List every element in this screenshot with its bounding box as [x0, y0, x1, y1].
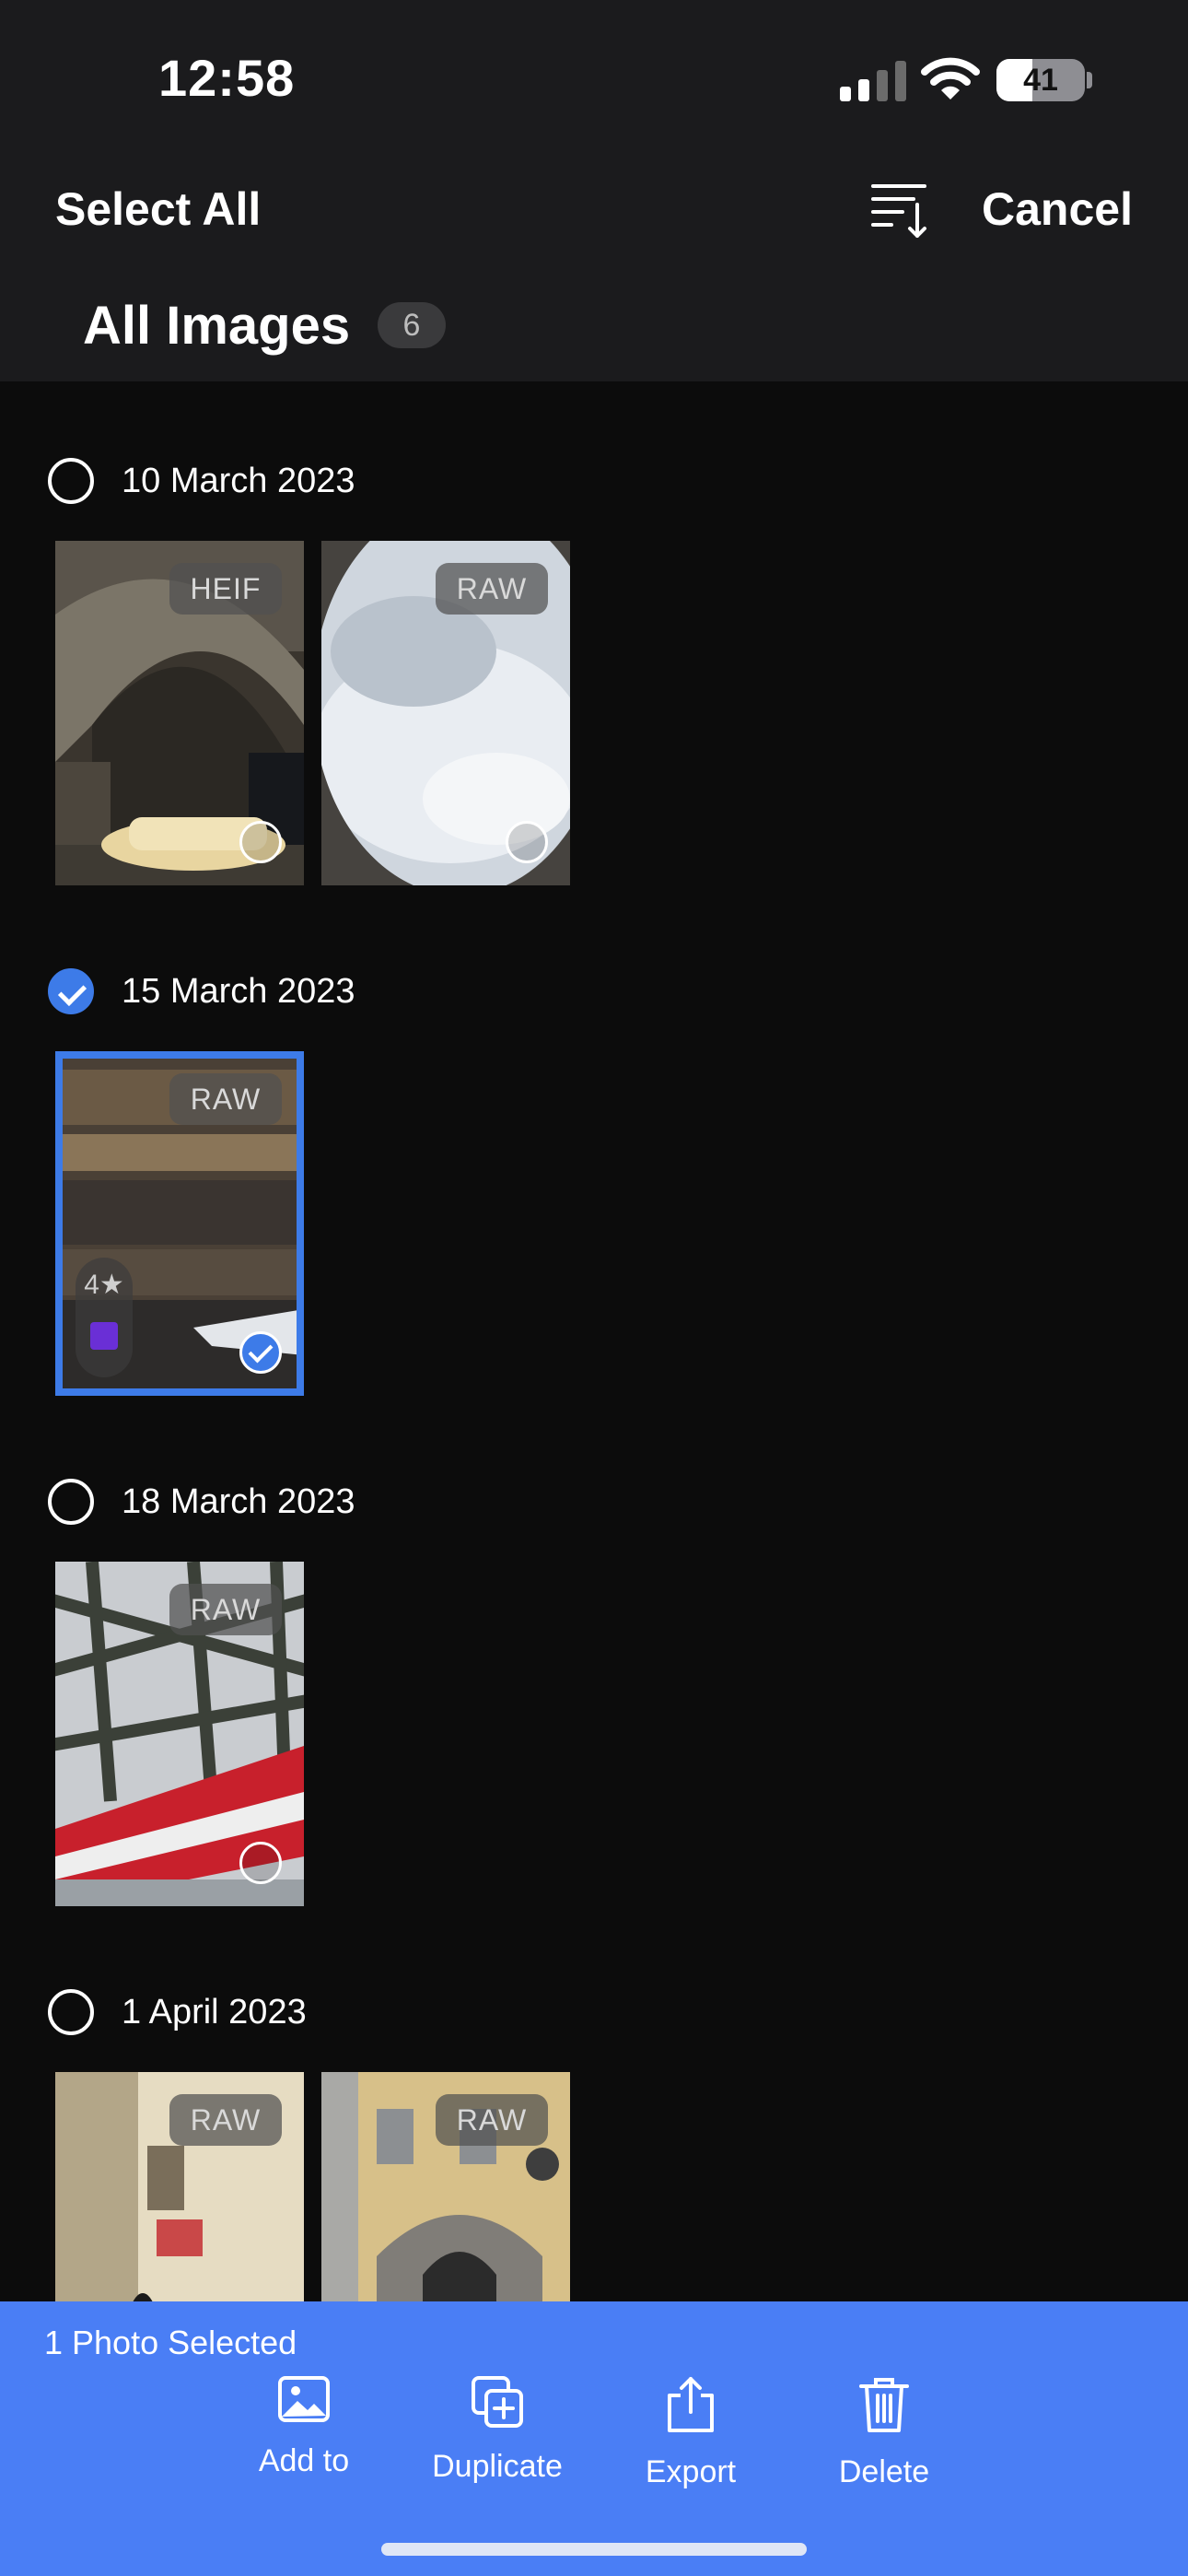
- duplicate-button[interactable]: Duplicate: [405, 2375, 589, 2485]
- group-select-radio-checked[interactable]: [48, 968, 94, 1014]
- star-rating: 4★: [84, 1270, 124, 1300]
- group-date: 1 April 2023: [122, 1992, 307, 2032]
- image-count-badge: 6: [378, 302, 446, 348]
- share-icon: [668, 2377, 714, 2432]
- photo-select-circle[interactable]: [239, 1842, 282, 1884]
- group-select-radio[interactable]: [48, 1989, 94, 2035]
- battery-tip: [1087, 72, 1092, 88]
- cancel-button[interactable]: Cancel: [982, 182, 1133, 236]
- photo-select-circle[interactable]: [506, 821, 548, 863]
- add-to-label: Add to: [258, 2443, 350, 2478]
- date-group-header: 10 March 2023: [48, 455, 355, 507]
- duplicate-icon: [472, 2376, 523, 2428]
- format-badge: HEIF: [169, 563, 282, 615]
- status-time: 12:58: [158, 49, 296, 107]
- battery-percent: 41: [1023, 63, 1058, 98]
- date-group-header: 1 April 2023: [48, 1986, 307, 2038]
- selected-count-label: 1 Photo Selected: [44, 2324, 297, 2361]
- status-bar: 12:58 41: [0, 0, 1188, 147]
- format-badge: RAW: [436, 563, 548, 615]
- export-button[interactable]: Export: [599, 2375, 783, 2490]
- group-date: 10 March 2023: [122, 461, 355, 500]
- add-to-button[interactable]: Add to: [212, 2375, 396, 2479]
- date-group-header: 15 March 2023: [48, 966, 355, 1017]
- group-select-radio[interactable]: [48, 1479, 94, 1525]
- page-title: All Images: [83, 296, 351, 356]
- select-all-button[interactable]: Select All: [55, 182, 261, 236]
- export-label: Export: [645, 2454, 737, 2489]
- photo-thumbnail-selected[interactable]: RAW 4★: [55, 1051, 304, 1396]
- format-badge: RAW: [169, 2094, 282, 2146]
- photo-select-circle-checked[interactable]: [239, 1331, 282, 1374]
- wifi-icon: [921, 57, 980, 100]
- color-label-swatch: [90, 1322, 118, 1350]
- format-badge: RAW: [169, 1073, 282, 1125]
- photo-thumbnail[interactable]: HEIF: [55, 541, 304, 885]
- delete-label: Delete: [838, 2454, 930, 2489]
- group-date: 18 March 2023: [122, 1481, 355, 1521]
- date-group-header: 18 March 2023: [48, 1476, 355, 1528]
- photo-thumbnail[interactable]: RAW: [55, 1562, 304, 1906]
- battery-icon: 41: [996, 59, 1085, 101]
- photo-icon: [278, 2376, 330, 2422]
- format-badge: RAW: [169, 1584, 282, 1635]
- group-date: 15 March 2023: [122, 971, 355, 1011]
- photo-thumbnail[interactable]: RAW: [321, 541, 570, 885]
- format-badge: RAW: [436, 2094, 548, 2146]
- home-indicator[interactable]: [381, 2543, 807, 2556]
- trash-icon: [859, 2378, 909, 2432]
- photo-select-circle[interactable]: [239, 821, 282, 863]
- sort-icon[interactable]: [869, 179, 930, 240]
- group-select-radio[interactable]: [48, 458, 94, 504]
- delete-button[interactable]: Delete: [792, 2375, 976, 2490]
- rating-chip: 4★: [76, 1258, 133, 1377]
- selection-action-bar: 1 Photo Selected Add to Duplicate Export: [0, 2301, 1188, 2576]
- duplicate-label: Duplicate: [432, 2449, 563, 2484]
- header: Select All Cancel All Images 6: [0, 147, 1188, 381]
- cellular-signal-icon: [840, 61, 906, 101]
